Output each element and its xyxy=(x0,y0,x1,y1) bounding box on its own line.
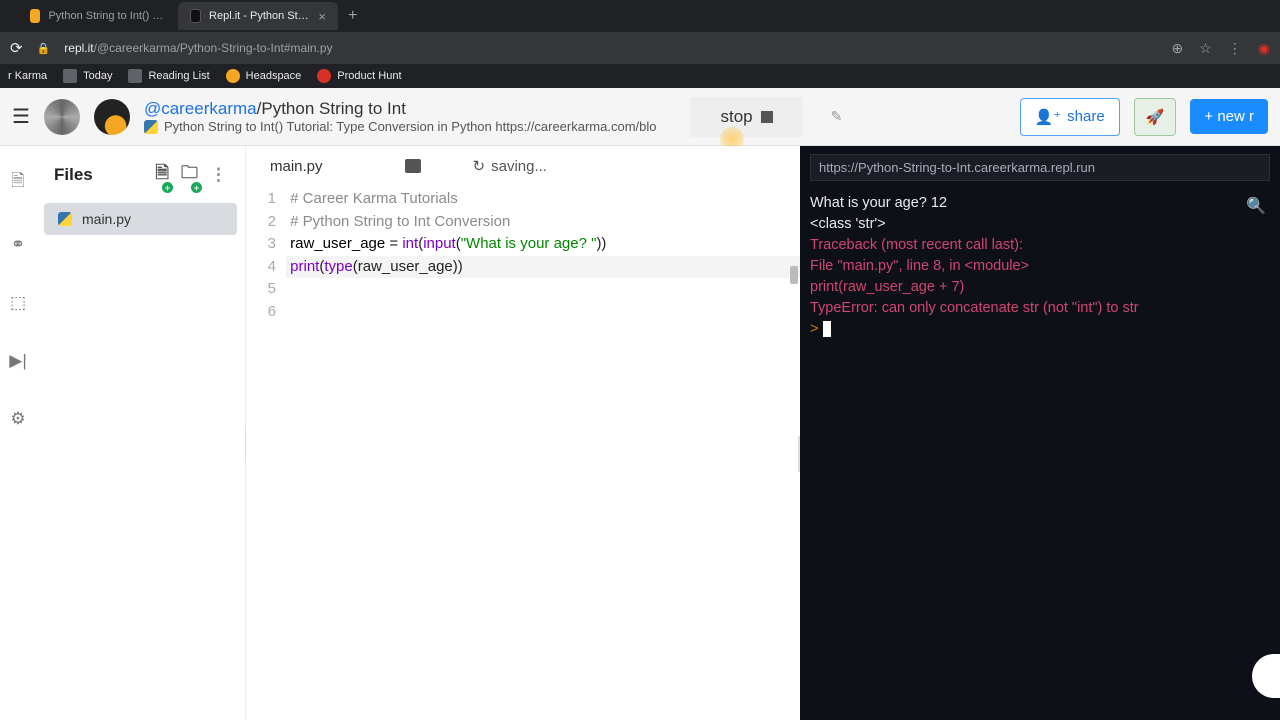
terminal-cursor xyxy=(823,321,831,337)
help-fab[interactable] xyxy=(1252,654,1280,698)
avatar[interactable] xyxy=(94,99,130,135)
tab-title: Python String to Int() Tutorial: Ty xyxy=(48,10,166,22)
new-folder-button[interactable]: 🗀+ xyxy=(181,160,198,189)
favicon-icon xyxy=(30,9,40,23)
reload-icon[interactable]: ⟳ xyxy=(10,39,23,57)
share-button[interactable]: 👤⁺ share xyxy=(1020,98,1120,136)
search-icon[interactable]: 🔍 xyxy=(1246,196,1266,216)
site-icon xyxy=(226,69,240,83)
saving-indicator: ↻ saving... xyxy=(473,157,547,175)
settings-icon[interactable]: ⚙ xyxy=(10,409,25,429)
close-icon[interactable]: × xyxy=(318,9,326,24)
version-icon[interactable]: ⚭ xyxy=(11,235,25,255)
bookmark-item[interactable]: r Karma xyxy=(8,70,47,82)
python-icon xyxy=(144,120,158,134)
more-icon[interactable]: ⋮ xyxy=(210,165,227,185)
console-url-bar[interactable]: https://Python-String-to-Int.careerkarma… xyxy=(810,154,1270,181)
code-content[interactable]: # Career Karma Tutorials # Python String… xyxy=(286,188,800,323)
file-name: main.py xyxy=(82,211,131,227)
bookmark-item[interactable]: Headspace xyxy=(226,69,302,83)
bookmark-item[interactable]: Today xyxy=(63,69,112,83)
file-item-main[interactable]: main.py xyxy=(44,203,237,235)
project-title: @careerkarma/Python String to Int xyxy=(144,99,657,119)
history-icon: ↻ xyxy=(473,157,486,175)
tab-title: Repl.it - Python String to Int xyxy=(209,10,310,22)
project-subtitle: Python String to Int() Tutorial: Type Co… xyxy=(144,119,657,134)
replit-logo[interactable] xyxy=(44,99,80,135)
line-gutter: 1 2 3 4 5 6 xyxy=(246,188,286,323)
stop-icon xyxy=(761,111,773,123)
star-icon[interactable]: ☆ xyxy=(1199,40,1212,57)
code-editor[interactable]: 1 2 3 4 5 6 # Career Karma Tutorials # P… xyxy=(246,186,800,323)
new-file-button[interactable]: 🗎+ xyxy=(155,160,169,189)
lock-icon[interactable]: 🔒 xyxy=(37,42,51,55)
stop-button[interactable]: stop xyxy=(690,97,802,137)
python-icon xyxy=(58,212,72,226)
favicon-icon xyxy=(190,9,201,23)
scrollbar-thumb[interactable] xyxy=(790,266,798,284)
console-output[interactable]: What is your age? 12 <class 'str'> Trace… xyxy=(800,189,1280,344)
zoom-icon[interactable]: ⊕ xyxy=(1171,40,1183,57)
site-icon xyxy=(317,69,331,83)
new-tab-button[interactable]: + xyxy=(338,7,367,25)
browser-tab-active[interactable]: Repl.it - Python String to Int × xyxy=(178,2,338,30)
rocket-icon: 🚀 xyxy=(1146,108,1165,126)
bookmark-item[interactable]: Reading List xyxy=(128,69,209,83)
extension-icon[interactable]: ◉ xyxy=(1258,40,1270,57)
browser-tab-inactive[interactable]: Python String to Int() Tutorial: Ty xyxy=(18,2,178,30)
menu-icon[interactable]: ⋮ xyxy=(1228,40,1242,57)
username-link[interactable]: @careerkarma xyxy=(144,99,257,118)
share-icon: 👤⁺ xyxy=(1035,108,1062,126)
bookmark-item[interactable]: Product Hunt xyxy=(317,69,401,83)
outline-icon[interactable] xyxy=(405,159,421,173)
folder-icon xyxy=(63,69,77,83)
debug-icon[interactable]: ▶| xyxy=(9,351,27,371)
editor-tab[interactable]: main.py xyxy=(260,152,333,181)
files-icon[interactable]: 🗎 xyxy=(11,168,25,197)
edit-icon[interactable]: ✎ xyxy=(831,108,843,125)
packages-icon[interactable]: ⬚ xyxy=(10,293,26,313)
address-bar[interactable]: repl.it/@careerkarma/Python-String-to-In… xyxy=(64,41,1157,55)
bookmarks-bar: r Karma Today Reading List Headspace Pro… xyxy=(0,64,1280,88)
new-repl-button[interactable]: + new r xyxy=(1190,99,1268,134)
menu-icon[interactable]: ☰ xyxy=(12,104,30,129)
folder-icon xyxy=(128,69,142,83)
boost-button[interactable]: 🚀 xyxy=(1134,98,1177,136)
files-heading: Files xyxy=(54,165,93,185)
